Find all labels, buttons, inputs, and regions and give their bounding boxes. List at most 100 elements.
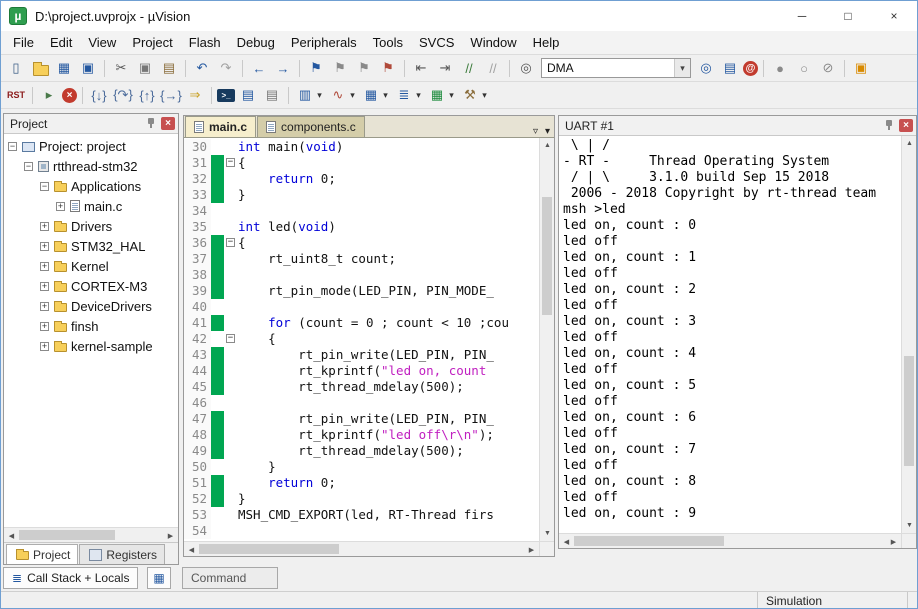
tree-expander-icon[interactable]: + xyxy=(40,282,49,291)
tree-item-kernel[interactable]: +Kernel xyxy=(4,256,178,276)
command-tab[interactable]: Command xyxy=(182,567,278,589)
scroll-thumb[interactable] xyxy=(574,536,724,546)
tree-expander-icon[interactable]: + xyxy=(40,342,49,351)
toolbox-icon[interactable]: ⚒ xyxy=(459,85,481,105)
step-out-icon[interactable]: {↑} xyxy=(136,85,158,105)
line-number[interactable]: 53 xyxy=(184,507,211,523)
line-number[interactable]: 50 xyxy=(184,459,211,475)
unindent-icon[interactable]: ⇤ xyxy=(410,58,432,78)
find-combo-dropdown-icon[interactable]: ▾ xyxy=(674,59,690,77)
uncomment-icon[interactable]: // xyxy=(482,58,504,78)
scroll-thumb[interactable] xyxy=(199,544,339,554)
bookmark-toggle-icon[interactable]: ⚑ xyxy=(305,58,327,78)
close-icon[interactable]: × xyxy=(899,119,913,132)
stop-icon[interactable]: × xyxy=(62,88,77,103)
line-number[interactable]: 51 xyxy=(184,475,211,491)
disassembly-window-icon[interactable]: ▤ xyxy=(237,85,259,105)
show-next-statement-icon[interactable]: ⇒ xyxy=(184,85,206,105)
tab-chevron-icon[interactable]: ▿ xyxy=(533,126,538,137)
line-number[interactable]: 47 xyxy=(184,411,211,427)
menu-edit[interactable]: Edit xyxy=(42,32,80,53)
scroll-down-icon[interactable]: ▼ xyxy=(540,526,554,541)
tab-project[interactable]: Project xyxy=(6,544,78,564)
bookmark-prev-icon[interactable]: ⚑ xyxy=(329,58,351,78)
tree-item-project-project[interactable]: −Project: project xyxy=(4,136,178,156)
navigate-forward-icon[interactable]: → xyxy=(272,58,294,78)
tree-item-devicedrivers[interactable]: +DeviceDrivers xyxy=(4,296,178,316)
scroll-right-icon[interactable]: ▶ xyxy=(886,534,901,549)
line-number[interactable]: 39 xyxy=(184,283,211,299)
tab-registers[interactable]: Registers xyxy=(79,544,165,564)
tab-components-c[interactable]: components.c xyxy=(257,116,365,137)
save-icon[interactable]: ▦ xyxy=(53,58,75,78)
line-number[interactable]: 42 xyxy=(184,331,211,347)
breakpoint-insert-icon[interactable]: ● xyxy=(769,58,791,78)
menu-help[interactable]: Help xyxy=(525,32,568,53)
line-number[interactable]: 40 xyxy=(184,299,211,315)
tree-item-applications[interactable]: −Applications xyxy=(4,176,178,196)
new-file-icon[interactable]: ▯ xyxy=(5,58,27,78)
scroll-right-icon[interactable]: ▶ xyxy=(163,528,178,543)
line-number[interactable]: 34 xyxy=(184,203,211,219)
close-window-icon[interactable]: × xyxy=(871,1,917,31)
tree-item-finsh[interactable]: +finsh xyxy=(4,316,178,336)
close-icon[interactable]: × xyxy=(161,117,175,130)
menu-project[interactable]: Project xyxy=(124,32,180,53)
tree-expander-icon[interactable]: − xyxy=(8,142,17,151)
menu-peripherals[interactable]: Peripherals xyxy=(283,32,365,53)
breakpoint-disable-icon[interactable]: ○ xyxy=(793,58,815,78)
system-viewer-icon[interactable]: ▦ xyxy=(426,85,448,105)
scroll-thumb[interactable] xyxy=(542,197,552,315)
tab-main-c[interactable]: main.c xyxy=(185,116,256,137)
line-number[interactable]: 52 xyxy=(184,491,211,507)
menu-svcs[interactable]: SVCS xyxy=(411,32,462,53)
menu-window[interactable]: Window xyxy=(462,32,524,53)
reset-icon[interactable]: RST xyxy=(5,85,27,105)
maximize-icon[interactable]: □ xyxy=(825,1,871,31)
tree-expander-icon[interactable]: − xyxy=(40,182,49,191)
menu-flash[interactable]: Flash xyxy=(181,32,229,53)
copy-icon[interactable]: ▣ xyxy=(134,58,156,78)
breakpoint-kill-icon[interactable]: ⊘ xyxy=(817,58,839,78)
incremental-find-icon[interactable]: ▤ xyxy=(719,58,741,78)
line-number[interactable]: 33 xyxy=(184,187,211,203)
serial-window-icon[interactable]: ▥ xyxy=(294,85,316,105)
indent-icon[interactable]: ⇥ xyxy=(434,58,456,78)
toolbox-caret-icon[interactable]: ▾ xyxy=(479,85,490,105)
symbol-window-icon[interactable]: ▤ xyxy=(261,85,283,105)
line-number[interactable]: 32 xyxy=(184,171,211,187)
tree-expander-icon[interactable]: + xyxy=(56,202,65,211)
line-number[interactable]: 54 xyxy=(184,523,211,539)
line-number[interactable]: 43 xyxy=(184,347,211,363)
tree-expander-icon[interactable]: + xyxy=(40,302,49,311)
scroll-thumb[interactable] xyxy=(904,356,914,466)
line-number[interactable]: 45 xyxy=(184,379,211,395)
fold-toggle-icon[interactable]: − xyxy=(224,331,238,347)
find-next-icon[interactable]: ◎ xyxy=(695,58,717,78)
configure-flash-icon[interactable]: ▣ xyxy=(850,58,872,78)
line-number[interactable]: 44 xyxy=(184,363,211,379)
tree-item-cortex-m3[interactable]: +CORTEX-M3 xyxy=(4,276,178,296)
comment-icon[interactable]: // xyxy=(458,58,480,78)
scroll-left-icon[interactable]: ◀ xyxy=(4,528,19,543)
call-stack-locals-tab[interactable]: ≣ Call Stack + Locals xyxy=(3,567,138,589)
line-number[interactable]: 37 xyxy=(184,251,211,267)
scroll-up-icon[interactable]: ▲ xyxy=(540,138,554,153)
line-number[interactable]: 30 xyxy=(184,139,211,155)
tree-expander-icon[interactable]: + xyxy=(40,242,49,251)
scroll-track[interactable] xyxy=(199,542,524,556)
fold-toggle-icon[interactable]: − xyxy=(224,235,238,251)
find-in-files-icon[interactable]: ◎ xyxy=(515,58,537,78)
memory-window-icon[interactable]: ▦ xyxy=(360,85,382,105)
redo-icon[interactable]: ↷ xyxy=(215,58,237,78)
tree-item-drivers[interactable]: +Drivers xyxy=(4,216,178,236)
scroll-left-icon[interactable]: ◀ xyxy=(559,534,574,549)
line-number[interactable]: 48 xyxy=(184,427,211,443)
menu-tools[interactable]: Tools xyxy=(365,32,411,53)
scroll-right-icon[interactable]: ▶ xyxy=(524,542,539,557)
serial-window-caret-icon[interactable]: ▾ xyxy=(314,85,325,105)
uart-horizontal-scrollbar[interactable]: ◀ ▶ xyxy=(559,533,916,548)
line-number[interactable]: 38 xyxy=(184,267,211,283)
editor-vertical-scrollbar[interactable]: ▲ ▼ xyxy=(539,138,554,541)
project-tree[interactable]: −Project: project−rtthread-stm32−Applica… xyxy=(4,134,178,527)
